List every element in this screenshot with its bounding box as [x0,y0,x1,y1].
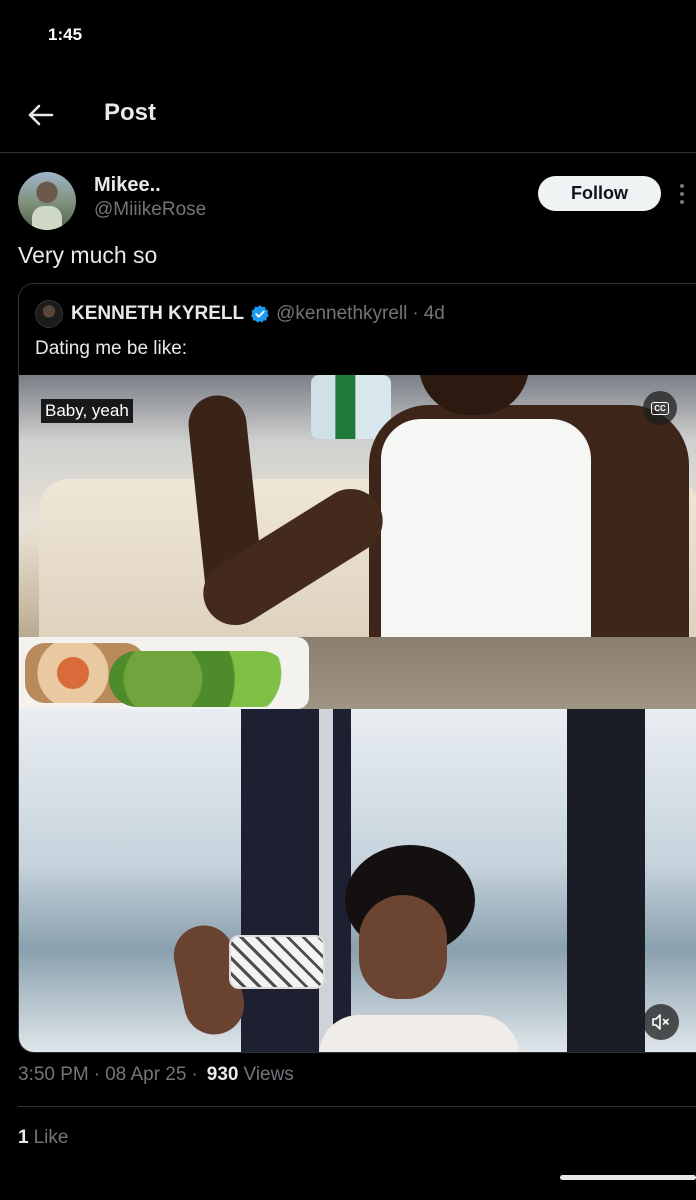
verified-badge-icon [251,305,269,323]
post-text: Very much so [18,242,158,268]
back-button[interactable] [22,96,60,134]
closed-captions-button[interactable]: CC [643,391,677,425]
quoted-post-age: 4d [423,303,445,324]
author-handle[interactable]: @MiiikeRose [94,199,206,221]
quoted-post-header: KENNETH KYRELL @kennethkyrell · 4d [35,300,685,328]
arrow-left-icon [28,104,54,126]
page-title: Post [104,99,157,126]
home-indicator [560,1175,696,1180]
likes-label: Like [33,1127,69,1148]
quoted-author-handle: @kennethkyrell · 4d [276,303,445,324]
quoted-author-name[interactable]: KENNETH KYRELL [71,303,244,325]
quoted-post-text: Dating me be like: [35,338,188,359]
likes-summary[interactable]: 1 Like [18,1127,68,1149]
views-label: Views [243,1064,294,1085]
divider [18,1106,696,1107]
post-author: Mikee.. @MiiikeRose Follow [18,170,688,232]
post-meta: 3:50 PM · 08 Apr 25 · 930 Views [18,1064,294,1086]
speaker-muted-icon [652,1014,669,1030]
quoted-avatar[interactable] [35,300,63,328]
post-date: 08 Apr 25 [105,1064,187,1085]
more-options-icon[interactable] [673,180,691,208]
mute-button[interactable] [643,1004,679,1040]
avatar[interactable] [18,172,76,230]
cc-icon: CC [651,401,669,415]
top-nav: Post [0,88,696,140]
post-time: 3:50 PM [18,1064,89,1085]
likes-count: 1 [18,1127,29,1148]
video-player[interactable]: Baby, yeah CC [19,375,696,1052]
follow-button[interactable]: Follow [538,176,661,211]
status-bar: 1:45 [0,0,696,70]
video-caption: Baby, yeah [41,399,133,423]
status-time: 1:45 [48,25,83,44]
author-name[interactable]: Mikee.. [94,174,161,197]
views-count[interactable]: 930 [207,1064,239,1086]
quoted-post[interactable]: KENNETH KYRELL @kennethkyrell · 4d Dating … [18,283,696,1053]
divider [0,152,696,153]
